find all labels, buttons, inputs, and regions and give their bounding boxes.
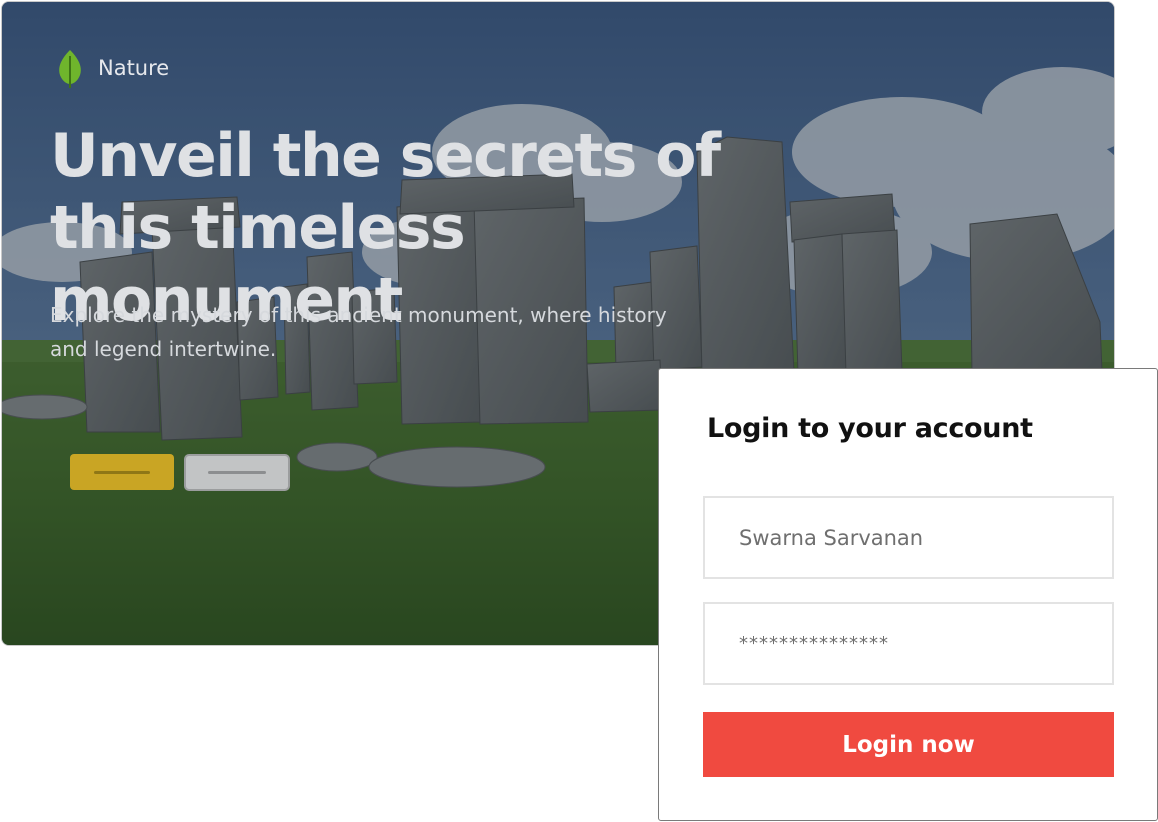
login-card: Login to your account Login now [658,368,1158,821]
button-label-placeholder [94,470,150,474]
username-field[interactable] [703,496,1114,579]
secondary-cta-button[interactable] [184,454,290,491]
login-title: Login to your account [707,413,1033,444]
password-field[interactable] [703,602,1114,685]
leaf-icon [59,50,81,88]
brand-name: Nature [98,56,170,80]
hero-subtext: Explore the mystery of this ancient monu… [50,303,667,361]
button-label-placeholder [208,471,266,474]
primary-cta-button[interactable] [70,454,174,490]
brand[interactable]: Nature [56,48,169,88]
login-button[interactable]: Login now [703,712,1114,777]
